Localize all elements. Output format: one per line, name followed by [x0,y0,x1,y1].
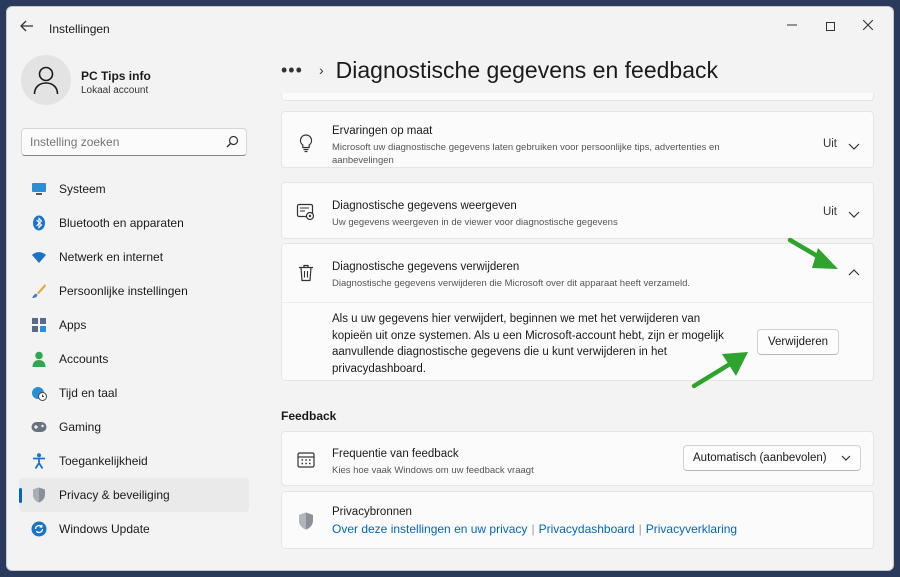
setting-title: Frequentie van feedback [332,448,459,460]
sidebar-item-privacy[interactable]: Privacy & beveiliging [19,478,249,512]
sidebar-item-apps[interactable]: Apps [19,308,249,342]
page-title: Diagnostische gegevens en feedback [335,56,718,83]
annotation-arrow-icon [787,237,838,269]
close-icon[interactable] [851,13,885,39]
breadcrumb: ••• › Diagnostische gegevens en feedback [281,55,718,85]
link-privacy-settings[interactable]: Over deze instellingen en uw privacy [332,522,527,536]
sidebar-item-label: Tijd en taal [59,386,118,400]
chevron-down-icon [841,455,851,461]
search-icon[interactable] [224,134,240,150]
sidebar-item-label: Gaming [59,420,102,434]
lightbulb-icon [299,134,313,153]
sidebar-item-label: Privacy & beveiliging [59,488,170,502]
chevron-up-icon[interactable] [847,266,861,280]
sidebar-item-label: Persoonlijke instellingen [59,284,188,298]
trash-icon [299,264,313,282]
sidebar-item-label: Toegankelijkheid [59,454,148,468]
setting-title: Diagnostische gegevens verwijderen [332,261,520,273]
setting-card-privacy-resources: Privacybronnen Over deze instellingen en… [281,491,874,549]
chevron-down-icon[interactable] [847,139,861,153]
delete-button[interactable]: Verwijderen [757,329,839,355]
sidebar-item-label: Bluetooth en apparaten [59,216,184,230]
setting-description: Uw gegevens weergeven in de viewer voor … [332,217,618,228]
setting-value: Uit [822,206,837,218]
select-value: Automatisch (aanbevolen) [693,452,827,464]
link-separator: | [638,522,642,536]
sidebar-item-accounts[interactable]: Accounts [19,342,249,376]
sidebar-item-label: Windows Update [59,522,150,536]
sidebar-item-netwerk[interactable]: Netwerk en internet [19,240,249,274]
chevron-right-icon: › [319,62,324,78]
more-options-icon[interactable]: ••• [281,60,309,81]
data-viewer-icon [296,203,315,221]
settings-window: Instellingen PC Tips info Lokaal account [6,6,894,571]
back-arrow-icon[interactable] [17,19,37,37]
bluetooth-icon [31,215,47,231]
sidebar-item-label: Apps [59,318,87,332]
setting-card-feedback-frequency: Frequentie van feedback Kies hoe vaak Wi… [281,431,874,486]
sidebar-item-label: Netwerk en internet [59,250,164,264]
privacy-links: Over deze instellingen en uw privacy | Pri… [332,522,737,536]
sidebar-item-persoonlijk[interactable]: Persoonlijke instellingen [19,274,249,308]
minimize-icon[interactable] [775,13,809,39]
apps-icon [31,317,47,333]
expander-header[interactable]: Diagnostische gegevens verwijderen Diagn… [282,244,873,302]
feedback-frequency-select[interactable]: Automatisch (aanbevolen) [683,445,861,471]
sidebar-nav: Systeem Bluetooth en apparaten Netwerk e… [19,172,249,546]
person-icon [31,351,47,367]
setting-title: Ervaringen op maat [332,125,433,137]
delete-explanation: Als u uw gegevens hier verwijdert, begin… [332,313,724,375]
title-bar: Instellingen [7,7,893,47]
sidebar-item-label: Accounts [59,352,109,366]
calendar-icon [297,452,315,468]
sidebar-item-label: Systeem [59,182,106,196]
avatar [21,55,71,105]
user-profile[interactable]: PC Tips info Lokaal account [21,55,261,111]
shield-icon [299,512,313,530]
wifi-icon [31,249,47,265]
person-icon [33,66,59,95]
setting-description: Diagnostische gegevens verwijderen die M… [332,278,691,289]
setting-card-tailored-experiences[interactable]: Ervaringen op maat Microsoft uw diagnost… [281,111,874,168]
expander-content: Als u uw gegevens hier verwijdert, begin… [282,302,873,382]
brush-icon [31,283,47,299]
sidebar-item-toegankelijkheid[interactable]: Toegankelijkheid [19,444,249,478]
setting-value: Uit [822,138,837,150]
chevron-down-icon[interactable] [847,207,861,221]
setting-title: Privacybronnen [332,506,412,518]
section-title-feedback: Feedback [281,409,337,423]
app-title: Instellingen [49,22,110,36]
shield-icon [31,487,47,503]
scrolled-card-remnant [281,93,874,101]
setting-description: Microsoft uw diagnostische gegevens late… [332,142,720,166]
setting-title: Diagnostische gegevens weergeven [332,200,517,212]
profile-account-type: Lokaal account [81,85,149,96]
profile-name: PC Tips info [81,69,151,83]
sidebar-item-bluetooth[interactable]: Bluetooth en apparaten [19,206,249,240]
sidebar-item-windows-update[interactable]: Windows Update [19,512,249,546]
search-box[interactable] [21,128,247,156]
sidebar-item-gaming[interactable]: Gaming [19,410,249,444]
search-input[interactable] [30,135,210,149]
monitor-icon [31,181,47,197]
update-icon [31,521,47,537]
globe-clock-icon [31,385,47,401]
link-privacy-dashboard[interactable]: Privacydashboard [539,522,635,536]
accessibility-icon [31,453,47,469]
link-separator: | [531,522,535,536]
maximize-icon[interactable] [813,13,847,39]
annotation-arrow-icon [691,352,748,389]
sidebar-item-systeem[interactable]: Systeem [19,172,249,206]
gamepad-icon [31,419,47,435]
sidebar-item-tijd[interactable]: Tijd en taal [19,376,249,410]
setting-card-view-diagnostics[interactable]: Diagnostische gegevens weergeven Uw gege… [281,182,874,239]
link-privacy-statement[interactable]: Privacyverklaring [646,522,737,536]
